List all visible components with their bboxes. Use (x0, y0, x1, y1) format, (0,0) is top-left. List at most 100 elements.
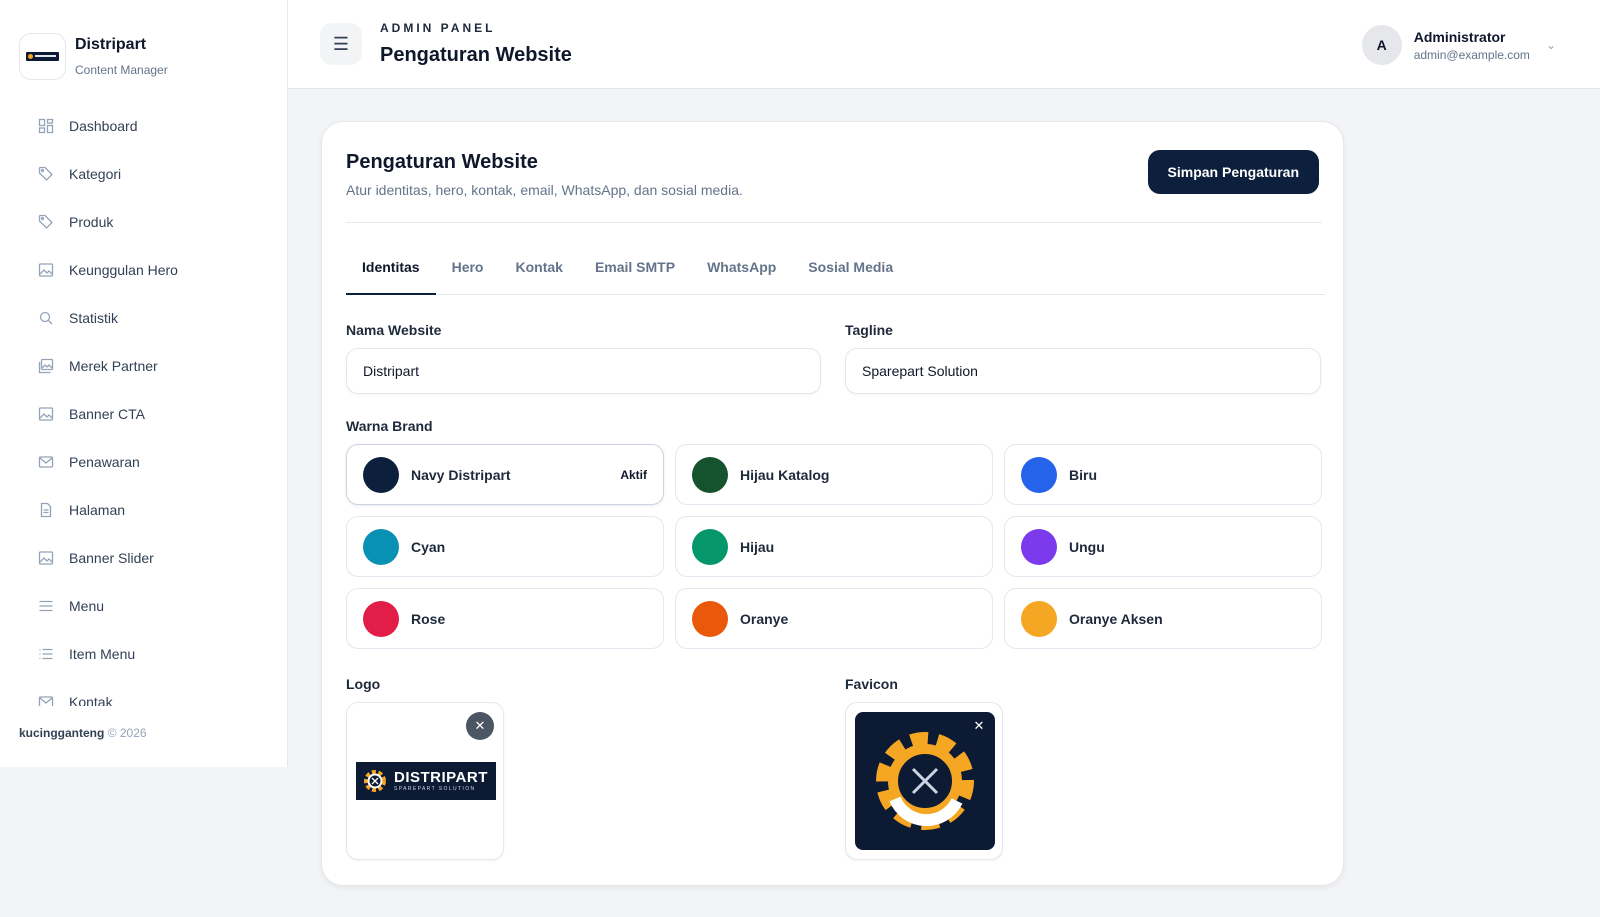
gear-icon (364, 770, 386, 792)
brand-name: Distripart (75, 35, 147, 53)
favicon-upload[interactable]: ✕ (845, 702, 1003, 860)
sidebar-item-label: Kategori (69, 166, 122, 182)
color-name: Biru (1069, 466, 1097, 483)
chevron-down-icon: ⌄ (1545, 38, 1556, 52)
brand-subtitle: Content Manager (75, 62, 168, 77)
color-swatch (1021, 600, 1057, 637)
brand: Distripart Content Manager (0, 0, 287, 88)
tab-identitas[interactable]: Identitas (346, 250, 436, 295)
sidebar-item-label: Kontak (69, 694, 113, 706)
header-kicker: ADMIN PANEL (380, 21, 496, 35)
sidebar-item-banner-cta[interactable]: Banner CTA (0, 390, 287, 438)
card-subtitle: Atur identitas, hero, kontak, email, Wha… (346, 182, 743, 198)
color-option-cyan[interactable]: Cyan (346, 516, 664, 577)
site-name-input[interactable] (346, 348, 821, 394)
sidebar-item-statistik[interactable]: Statistik (0, 294, 287, 342)
color-option-navy-distripart[interactable]: Navy Distripart Aktif (346, 444, 664, 505)
color-name: Cyan (411, 538, 446, 555)
sidebar-item-dashboard[interactable]: Dashboard (0, 102, 287, 150)
tab-kontak[interactable]: Kontak (499, 250, 578, 295)
sidebar-item-label: Keunggulan Hero (69, 262, 178, 278)
tag-icon (38, 166, 54, 182)
menu-toggle-button[interactable]: ☰ (320, 23, 362, 65)
logo-tagline: SPAREPART SOLUTION (394, 786, 476, 792)
list-icon (38, 646, 54, 662)
close-icon: ✕ (973, 718, 985, 733)
mail-icon (38, 454, 54, 470)
mail-icon (38, 694, 54, 706)
sidebar-item-kategori[interactable]: Kategori (0, 150, 287, 198)
tab-hero[interactable]: Hero (436, 250, 500, 295)
avatar: A (1361, 25, 1402, 65)
color-name: Hijau (740, 538, 775, 555)
remove-favicon-button[interactable]: ✕ (965, 712, 993, 740)
page-title: Pengaturan Website (380, 44, 572, 66)
site-name-label: Nama Website (346, 322, 442, 338)
gear-icon (876, 732, 974, 830)
image-icon (38, 406, 54, 422)
divider (346, 222, 1322, 223)
remove-logo-button[interactable]: ✕ (466, 712, 494, 740)
sidebar-item-item-menu[interactable]: Item Menu (0, 630, 287, 678)
close-icon: ✕ (474, 718, 486, 733)
sidebar-item-label: Banner Slider (69, 550, 154, 566)
card-title: Pengaturan Website (346, 151, 538, 173)
image-icon (38, 262, 54, 278)
logo-upload[interactable]: DISTRIPART SPAREPART SOLUTION ✕ (346, 702, 504, 860)
color-option-ungu[interactable]: Ungu (1004, 516, 1322, 577)
color-option-oranye-aksen[interactable]: Oranye Aksen (1004, 588, 1322, 649)
document-icon (38, 502, 54, 518)
sidebar-item-banner-slider[interactable]: Banner Slider (0, 534, 287, 582)
sidebar-item-menu[interactable]: Menu (0, 582, 287, 630)
tagline-label: Tagline (845, 322, 893, 338)
color-option-hijau-katalog[interactable]: Hijau Katalog (675, 444, 993, 505)
sidebar-item-label: Statistik (69, 310, 119, 326)
color-swatch (363, 528, 399, 565)
menu-icon (38, 598, 54, 614)
color-name: Hijau Katalog (740, 466, 830, 483)
sidebar-item-kontak[interactable]: Kontak (0, 678, 287, 706)
sidebar-item-label: Penawaran (69, 454, 140, 470)
sidebar-item-halaman[interactable]: Halaman (0, 486, 287, 534)
logo-wordmark: DISTRIPART (394, 769, 488, 786)
sidebar-item-label: Merek Partner (69, 358, 158, 374)
sidebar-item-penawaran[interactable]: Penawaran (0, 438, 287, 486)
sidebar-item-merek-partner[interactable]: Merek Partner (0, 342, 287, 390)
brand-color-label: Warna Brand (346, 418, 433, 434)
sidebar-item-label: Produk (69, 214, 114, 230)
color-option-oranye[interactable]: Oranye (675, 588, 993, 649)
sidebar-item-produk[interactable]: Produk (0, 198, 287, 246)
user-menu[interactable]: A Administrator admin@example.com ⌄ (1352, 18, 1566, 72)
color-name: Navy Distripart (411, 466, 511, 483)
tab-whatsapp[interactable]: WhatsApp (691, 250, 792, 295)
color-option-rose[interactable]: Rose (346, 588, 664, 649)
color-swatch (692, 600, 728, 637)
color-swatch (363, 600, 399, 637)
color-swatch (1021, 528, 1057, 565)
sidebar-item-keunggulan-hero[interactable]: Keunggulan Hero (0, 246, 287, 294)
sidebar-nav: Dashboard Kategori Produk Keunggulan Her… (0, 102, 287, 706)
sidebar-item-label: Menu (69, 598, 105, 614)
hamburger-icon: ☰ (332, 33, 350, 54)
gallery-icon (38, 358, 54, 374)
settings-card: Pengaturan Website Atur identitas, hero,… (321, 121, 1344, 886)
logo-label: Logo (346, 676, 381, 692)
sidebar-footer: kucingganteng © 2026 (19, 726, 147, 740)
color-swatch (363, 456, 399, 493)
color-name: Ungu (1069, 538, 1105, 555)
sidebar: Distripart Content Manager Dashboard Kat… (0, 0, 288, 767)
sidebar-item-label: Dashboard (69, 118, 138, 134)
settings-tabs: Identitas Hero Kontak Email SMTP WhatsAp… (346, 250, 1325, 295)
brand-logo (19, 32, 66, 80)
sidebar-item-label: Item Menu (69, 646, 136, 662)
sidebar-item-label: Halaman (69, 502, 126, 518)
favicon-label: Favicon (845, 676, 898, 692)
color-option-hijau[interactable]: Hijau (675, 516, 993, 577)
save-settings-button[interactable]: Simpan Pengaturan (1147, 150, 1319, 194)
footer-copyright: © 2026 (107, 726, 147, 740)
tab-sosial-media[interactable]: Sosial Media (792, 250, 909, 295)
tagline-input[interactable] (845, 348, 1321, 394)
logo-preview: DISTRIPART SPAREPART SOLUTION (356, 762, 496, 800)
tab-email-smtp[interactable]: Email SMTP (579, 250, 691, 295)
color-option-biru[interactable]: Biru (1004, 444, 1322, 505)
